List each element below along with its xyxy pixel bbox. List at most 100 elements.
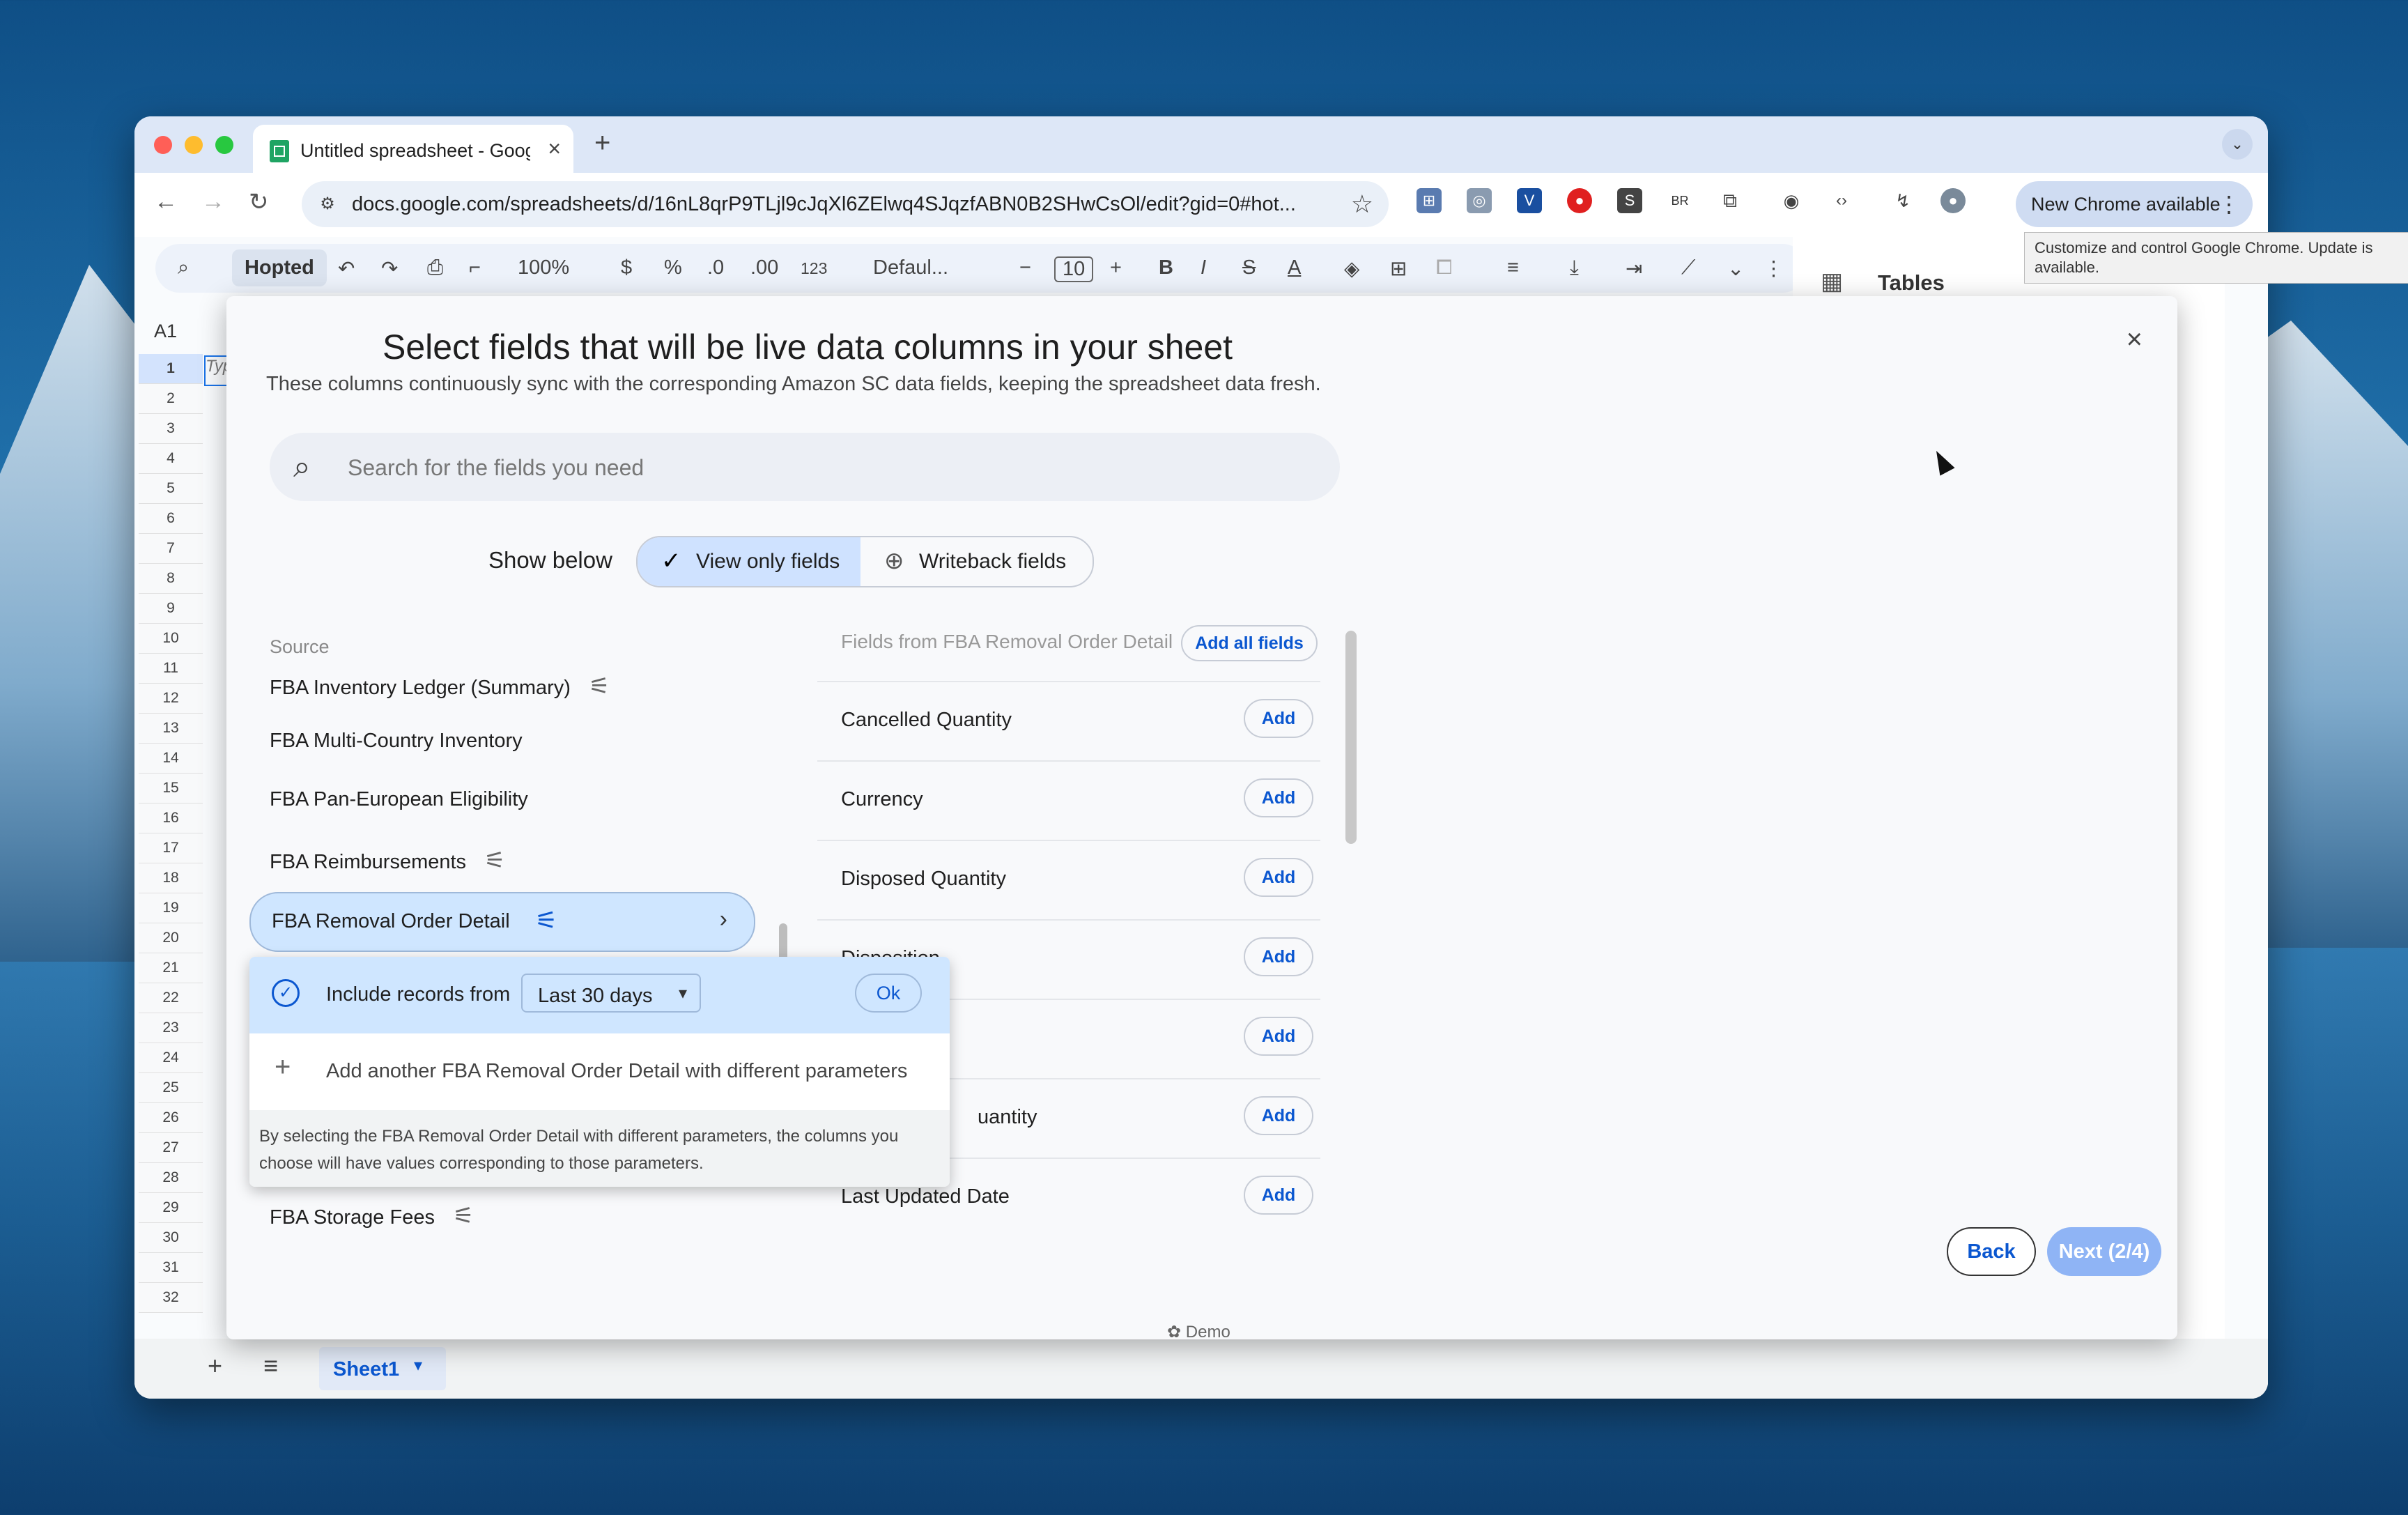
row-header[interactable]: 23: [139, 1013, 203, 1043]
row-header[interactable]: 21: [139, 953, 203, 983]
increase-decimal[interactable]: .00: [750, 256, 778, 279]
source-item-removal-order-detail[interactable]: FBA Removal Order Detail ⚟ ›: [249, 892, 755, 952]
new-chrome-button[interactable]: New Chrome available ⋮: [2016, 181, 2253, 227]
source-item-inventory-ledger[interactable]: FBA Inventory Ledger (Summary) ⚟: [270, 672, 610, 700]
fill-color-icon[interactable]: ◈: [1344, 256, 1359, 281]
add-field-button[interactable]: Add: [1244, 699, 1313, 738]
percent-format[interactable]: %: [664, 256, 682, 279]
add-field-button[interactable]: Add: [1244, 858, 1313, 897]
zoom-select[interactable]: 100%: [518, 256, 569, 279]
tune-icon[interactable]: ⚟: [535, 906, 557, 935]
row-header[interactable]: 17: [139, 833, 203, 863]
row-header[interactable]: 14: [139, 744, 203, 774]
row-header[interactable]: 18: [139, 863, 203, 893]
more-icon[interactable]: ⋮: [1763, 256, 1784, 281]
tune-icon[interactable]: ⚟: [589, 673, 610, 700]
writeback-fields-button[interactable]: ⊕ Writeback fields: [862, 537, 1093, 586]
undo-icon[interactable]: ↶: [338, 256, 355, 281]
redo-icon[interactable]: ↷: [381, 256, 398, 281]
check-circle-icon[interactable]: ✓: [272, 979, 300, 1007]
back-button[interactable]: Back: [1947, 1227, 2036, 1276]
row-header[interactable]: 9: [139, 594, 203, 624]
extension-icon-3[interactable]: V: [1517, 188, 1542, 213]
row-header[interactable]: 32: [139, 1283, 203, 1313]
source-item-storage-fees[interactable]: FBA Storage Fees ⚟: [270, 1202, 474, 1230]
number-format[interactable]: 123: [801, 259, 827, 278]
add-field-button[interactable]: Add: [1244, 937, 1313, 976]
row-header[interactable]: 1: [139, 354, 203, 384]
address-bar[interactable]: ⚙ docs.google.com/spreadsheets/d/16nL8qr…: [302, 181, 1389, 227]
extensions-puzzle-icon[interactable]: ⧉: [1718, 188, 1743, 213]
wrap-icon[interactable]: ⇥: [1626, 256, 1642, 281]
close-dialog-icon[interactable]: ×: [2127, 324, 2143, 355]
name-box[interactable]: A1: [154, 321, 177, 342]
print-icon[interactable]: ⎙: [427, 256, 443, 279]
font-size-minus[interactable]: −: [1019, 256, 1031, 279]
row-header[interactable]: 12: [139, 684, 203, 714]
site-info-icon[interactable]: ⚙: [316, 192, 339, 216]
performance-icon[interactable]: ↯: [1890, 188, 1915, 213]
date-range-select[interactable]: Last 30 days ▾: [521, 974, 701, 1013]
code-icon[interactable]: ‹›: [1829, 188, 1854, 213]
avatar[interactable]: ●: [1940, 188, 1966, 213]
currency-format[interactable]: $: [621, 256, 632, 279]
ok-button[interactable]: Ok: [855, 974, 922, 1013]
extension-icon-2[interactable]: ◎: [1467, 188, 1492, 213]
row-header[interactable]: 29: [139, 1193, 203, 1223]
add-another-link[interactable]: Add another FBA Removal Order Detail wit…: [326, 1060, 907, 1083]
source-item-multi-country[interactable]: FBA Multi-Country Inventory: [270, 730, 523, 753]
all-sheets-icon[interactable]: ≡: [263, 1351, 278, 1381]
row-header[interactable]: 15: [139, 774, 203, 803]
search-input[interactable]: Search for the fields you need: [348, 455, 644, 481]
add-all-fields-button[interactable]: Add all fields: [1181, 625, 1318, 661]
bookmark-star-icon[interactable]: ☆: [1351, 190, 1373, 219]
row-header[interactable]: 3: [139, 414, 203, 444]
strikethrough-icon[interactable]: S: [1242, 256, 1256, 279]
row-header[interactable]: 8: [139, 564, 203, 594]
text-color-icon[interactable]: A: [1288, 256, 1301, 279]
rotate-icon[interactable]: ⟋: [1681, 256, 1695, 279]
reload-icon[interactable]: ↻: [249, 188, 269, 216]
row-header[interactable]: 27: [139, 1133, 203, 1163]
borders-icon[interactable]: ⊞: [1390, 256, 1407, 281]
sheet-tab-chevron-icon[interactable]: ▾: [414, 1355, 422, 1376]
row-header[interactable]: 22: [139, 983, 203, 1013]
close-tab-icon[interactable]: ×: [548, 136, 561, 162]
row-header[interactable]: 2: [139, 384, 203, 414]
row-header[interactable]: 25: [139, 1073, 203, 1103]
forward-icon[interactable]: →: [201, 188, 225, 215]
maximize-window-button[interactable]: [215, 136, 233, 154]
url-text[interactable]: docs.google.com/spreadsheets/d/16nL8qrP9…: [352, 193, 1313, 216]
font-select[interactable]: Defaul...: [873, 256, 948, 279]
view-only-fields-button[interactable]: ✓ View only fields: [638, 537, 860, 586]
add-field-button[interactable]: Add: [1244, 1017, 1313, 1056]
close-window-button[interactable]: [154, 136, 172, 154]
sheet-tab-sheet1[interactable]: Sheet1 ▾: [319, 1347, 446, 1390]
tab-search-button[interactable]: ⌄: [2222, 129, 2253, 160]
next-button[interactable]: Next (2/4): [2047, 1227, 2161, 1276]
row-header[interactable]: 10: [139, 624, 203, 654]
row-header[interactable]: 30: [139, 1223, 203, 1253]
tab-spreadsheet[interactable]: Untitled spreadsheet - Google Sheets ×: [253, 125, 573, 173]
add-sheet-icon[interactable]: +: [208, 1351, 222, 1381]
minimize-window-button[interactable]: [185, 136, 203, 154]
row-header[interactable]: 26: [139, 1103, 203, 1133]
extension-icon-4[interactable]: ●: [1567, 188, 1592, 213]
align-icon[interactable]: ≡: [1507, 256, 1519, 279]
fields-scrollbar[interactable]: [1345, 631, 1357, 844]
row-header[interactable]: 19: [139, 893, 203, 923]
add-field-button[interactable]: Add: [1244, 778, 1313, 817]
font-size-input[interactable]: 10: [1054, 256, 1094, 282]
row-header[interactable]: 20: [139, 923, 203, 953]
italic-icon[interactable]: I: [1201, 256, 1206, 279]
screenshot-icon[interactable]: ◉: [1779, 188, 1804, 213]
new-tab-button[interactable]: +: [594, 128, 610, 159]
row-header[interactable]: 11: [139, 654, 203, 684]
row-header[interactable]: 16: [139, 803, 203, 833]
more-chevron-icon[interactable]: ⌄: [1727, 256, 1744, 281]
row-header[interactable]: 6: [139, 504, 203, 534]
source-item-reimbursements[interactable]: FBA Reimbursements ⚟: [270, 847, 506, 875]
hopted-button[interactable]: Hopted: [232, 249, 327, 286]
row-header[interactable]: 24: [139, 1043, 203, 1073]
row-header[interactable]: 4: [139, 444, 203, 474]
